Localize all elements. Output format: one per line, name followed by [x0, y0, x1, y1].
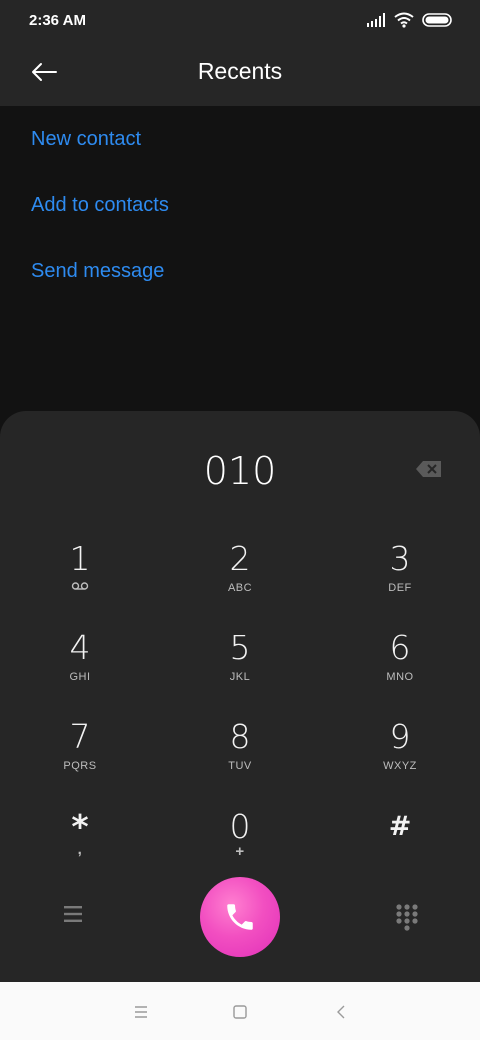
- key-digit: 8: [229, 717, 251, 756]
- key-8[interactable]: 8 TUV: [180, 717, 300, 797]
- key-9[interactable]: 9 WXYZ: [340, 717, 460, 797]
- status-icons: [366, 12, 452, 28]
- header-bar: Recents: [0, 42, 480, 106]
- key-7[interactable]: 7 PQRS: [20, 717, 140, 797]
- status-time: 2:36 AM: [29, 12, 86, 29]
- add-to-contacts-link[interactable]: Add to contacts: [31, 194, 169, 217]
- key-3[interactable]: 3 DEF: [340, 539, 460, 619]
- key-digit: 1: [69, 539, 91, 578]
- key-digit: 5: [229, 628, 251, 667]
- key-digit: 4: [69, 628, 91, 667]
- key-letters: ,: [77, 841, 83, 858]
- key-letters: WXYZ: [383, 760, 417, 772]
- dialer-panel: 010 1 2 ABC 3 DEF 4 GHI 5 JKL 6 MNO 7 PQ…: [0, 411, 480, 982]
- system-nav-bar: [0, 982, 480, 1040]
- send-message-link[interactable]: Send message: [31, 260, 164, 283]
- key-5[interactable]: 5 JKL: [180, 628, 300, 708]
- key-star[interactable]: * ,: [20, 807, 140, 887]
- key-6[interactable]: 6 MNO: [340, 628, 460, 708]
- signal-icon: [367, 13, 385, 27]
- dialed-number: 010: [203, 449, 277, 493]
- new-contact-link[interactable]: New contact: [31, 128, 141, 151]
- key-letters: TUV: [228, 760, 252, 772]
- recent-apps-icon[interactable]: [133, 1004, 149, 1020]
- key-letters: +: [235, 843, 245, 860]
- call-button[interactable]: [200, 877, 280, 957]
- menu-icon[interactable]: [60, 903, 88, 925]
- key-letters: ABC: [227, 582, 253, 594]
- key-digit: #: [388, 811, 412, 842]
- backspace-icon[interactable]: [414, 457, 444, 481]
- home-icon[interactable]: [232, 1004, 248, 1020]
- key-digit: 6: [389, 628, 411, 667]
- battery-icon: [422, 13, 452, 27]
- key-hash[interactable]: #: [340, 807, 460, 887]
- voicemail-icon: [20, 581, 140, 595]
- key-letters: GHI: [69, 671, 91, 683]
- key-digit: 3: [389, 539, 411, 578]
- back-icon[interactable]: [333, 1004, 349, 1020]
- key-digit: 2: [229, 539, 251, 578]
- key-letters: DEF: [388, 582, 412, 594]
- key-letters: MNO: [386, 671, 414, 683]
- key-letters: PQRS: [63, 760, 97, 772]
- key-0[interactable]: 0 +: [180, 807, 300, 887]
- key-4[interactable]: 4 GHI: [20, 628, 140, 708]
- phone-icon: [227, 904, 253, 930]
- actions-list: New contact Add to contacts Send message: [0, 106, 480, 411]
- key-digit: 9: [389, 717, 411, 756]
- key-letters: JKL: [229, 671, 251, 683]
- page-title: Recents: [197, 58, 283, 84]
- wifi-icon: [394, 12, 414, 28]
- key-digit: 7: [69, 717, 91, 756]
- status-bar: 2:36 AM: [0, 0, 480, 42]
- key-digit: 0: [229, 807, 251, 846]
- key-1[interactable]: 1: [20, 539, 140, 619]
- keypad-toggle-icon[interactable]: [394, 903, 420, 931]
- key-2[interactable]: 2 ABC: [180, 539, 300, 619]
